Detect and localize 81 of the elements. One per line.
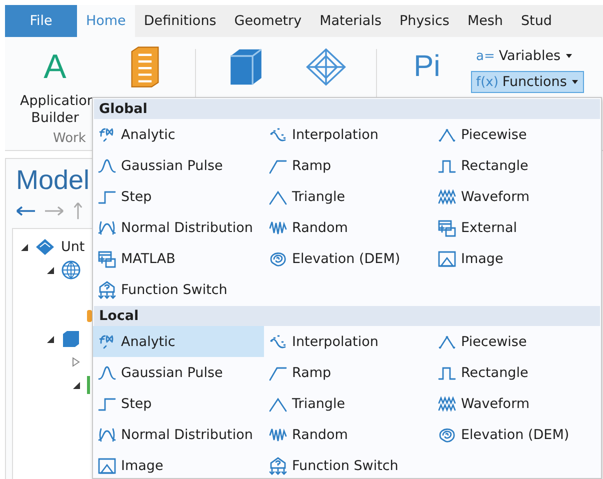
group-label: Work [53, 131, 86, 146]
menu-item[interactable]: Gaussian Pulse [93, 150, 264, 181]
ribbon-dropdown-button[interactable]: a= Variables [471, 45, 584, 67]
menu-item[interactable]: Image [93, 450, 264, 479]
ribbon-tab[interactable]: Stud [512, 5, 561, 37]
function-magnifier-icon [98, 332, 116, 350]
bell-curve-icon [98, 364, 116, 382]
cube-icon [61, 328, 81, 348]
node-marker [87, 310, 92, 322]
menu-item[interactable]: Normal Distribution [93, 212, 264, 243]
menu-item[interactable]: MATLAB [93, 243, 264, 274]
menu-item[interactable]: External [433, 212, 601, 243]
interpolation-curve-icon [269, 126, 287, 144]
menu-item[interactable]: Function Switch [264, 450, 433, 479]
menu-item[interactable]: Waveform [433, 181, 601, 212]
window-icon [98, 250, 116, 268]
collapsed-triangle-icon[interactable] [71, 356, 81, 366]
menu-item[interactable]: Piecewise [433, 326, 601, 357]
image-icon [98, 456, 116, 474]
up-arrow-icon[interactable] [72, 202, 84, 220]
ribbon-tab[interactable]: Definitions [134, 5, 226, 37]
menu-item[interactable]: Piecewise [433, 119, 601, 150]
menu-item[interactable]: Triangle [264, 388, 433, 419]
expanded-triangle-icon[interactable] [45, 264, 55, 274]
function-magnifier-icon [98, 126, 116, 144]
expanded-triangle-icon[interactable] [71, 380, 81, 390]
menu-item[interactable]: Step [93, 388, 264, 419]
globe-icon [61, 260, 81, 280]
letter-icon: Pi [414, 45, 440, 89]
menu-item[interactable]: Step [93, 181, 264, 212]
image-icon [438, 250, 456, 268]
expanded-triangle-icon[interactable] [45, 334, 55, 344]
switch-node-icon [98, 280, 116, 298]
menu-item[interactable]: Function Switch [93, 274, 264, 305]
menu-item[interactable]: Ramp [264, 150, 433, 181]
expanded-triangle-icon[interactable] [19, 242, 29, 252]
back-arrow-icon[interactable] [16, 205, 36, 217]
menu-section-header: Global [94, 99, 600, 119]
switch-node-icon [269, 456, 287, 474]
bell-curve-icon [98, 156, 116, 174]
ribbon-button[interactable]: Pi [387, 45, 467, 89]
bell-curve-icon [98, 426, 116, 444]
menu-item[interactable]: Normal Distribution [93, 419, 264, 450]
ribbon-tab[interactable]: Home [77, 5, 135, 37]
window-icon [438, 218, 456, 236]
menu-item[interactable]: Analytic [93, 326, 264, 357]
waveform-icon [438, 394, 456, 412]
ribbon-tab[interactable]: Mesh [458, 5, 512, 37]
interpolation-curve-icon [269, 332, 287, 350]
node-bar [87, 376, 90, 394]
menu-item[interactable]: Random [264, 212, 433, 243]
menu-section-header: Local [94, 306, 600, 326]
ribbon-tab[interactable]: File [5, 5, 77, 37]
menu-item[interactable]: Image [433, 243, 601, 274]
menu-item[interactable]: Rectangle [433, 150, 601, 181]
menu-item[interactable]: Analytic [93, 119, 264, 150]
menu-item[interactable]: Random [264, 419, 433, 450]
menu-item[interactable]: Interpolation [264, 119, 433, 150]
menu-item[interactable]: Elevation (DEM) [264, 243, 433, 274]
menu-item[interactable]: Triangle [264, 181, 433, 212]
caret-icon [564, 52, 573, 60]
component-icon [35, 236, 55, 256]
tree-item-label[interactable]: Unt [61, 238, 85, 254]
waveform-icon [438, 188, 456, 206]
ribbon-tab[interactable]: Physics [390, 5, 458, 37]
ribbon-tab[interactable]: Geometry [225, 5, 311, 37]
menu-item[interactable]: Elevation (DEM) [433, 419, 601, 450]
letter-icon: A [44, 45, 66, 89]
menu-item[interactable]: Interpolation [264, 326, 433, 357]
menu-item[interactable]: Rectangle [433, 357, 601, 388]
contour-map-icon [438, 426, 456, 444]
ribbon-tab[interactable]: Materials [310, 5, 390, 37]
bell-curve-icon [98, 218, 116, 236]
ribbon-dropdown-button[interactable]: f(x) Functions [471, 71, 584, 93]
menu-item[interactable]: Ramp [264, 357, 433, 388]
panel-title: Model [16, 165, 90, 196]
menu-item[interactable]: Gaussian Pulse [93, 357, 264, 388]
forward-arrow-icon[interactable] [44, 205, 64, 217]
menu-item[interactable]: Waveform [433, 388, 601, 419]
contour-map-icon [269, 250, 287, 268]
caret-icon [570, 78, 579, 86]
